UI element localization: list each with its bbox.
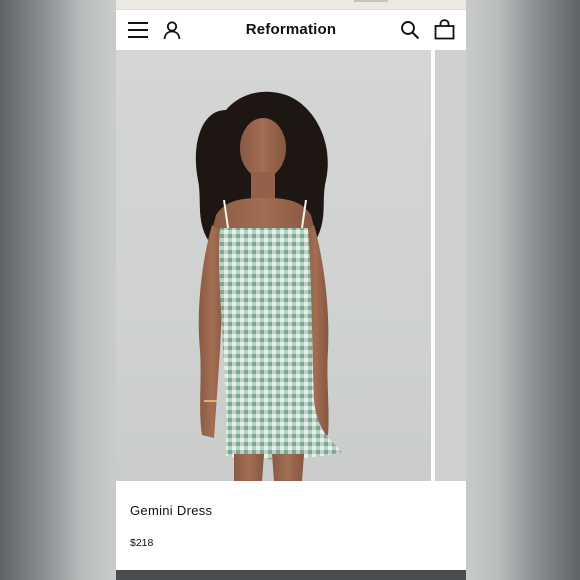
product-name[interactable]: Gemini Dress xyxy=(130,503,212,518)
search-icon[interactable] xyxy=(400,20,420,40)
scroll-indicator xyxy=(354,0,388,2)
url-bar-strip xyxy=(116,0,466,10)
model-illustration xyxy=(195,91,342,481)
product-photo[interactable] xyxy=(116,50,431,481)
product-price: $218 xyxy=(130,537,154,549)
phone-screen: Reformation Gemini Dress $218 xyxy=(116,0,466,580)
next-image-preview[interactable] xyxy=(435,50,466,481)
product-gallery[interactable] xyxy=(116,50,466,481)
site-header: Reformation xyxy=(116,10,466,50)
account-icon[interactable] xyxy=(162,20,182,40)
bag-icon[interactable] xyxy=(434,19,455,40)
product-info: Gemini Dress $218 xyxy=(116,481,466,570)
menu-icon[interactable] xyxy=(128,22,148,38)
bottom-bar xyxy=(116,570,466,580)
